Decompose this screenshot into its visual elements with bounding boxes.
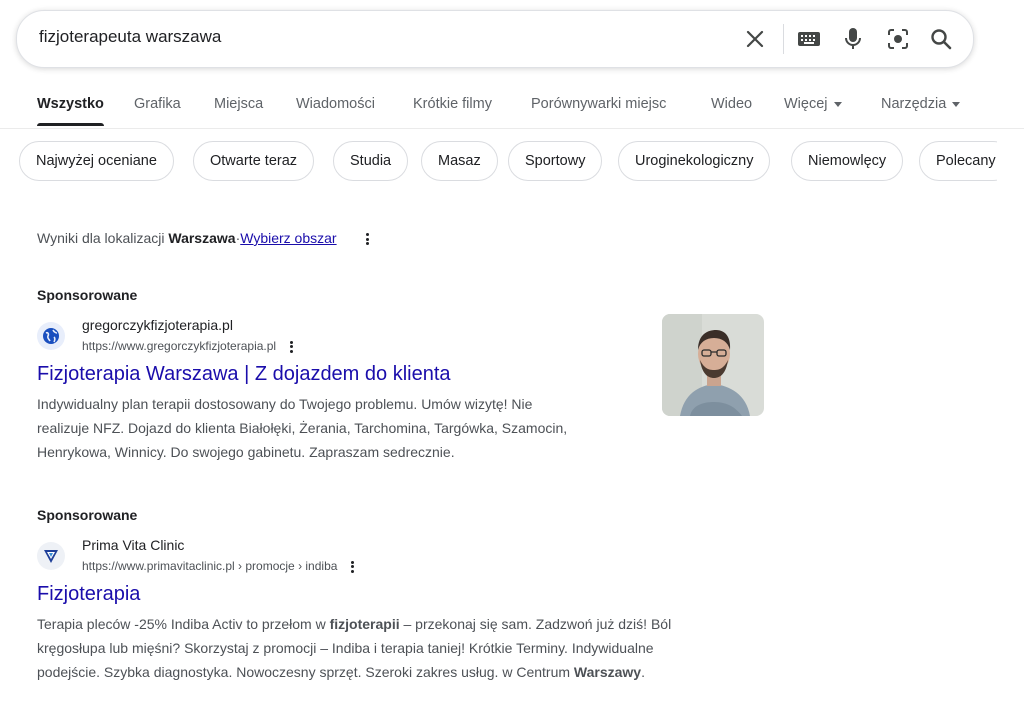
tab-tools-label: Narzędzia <box>881 96 947 112</box>
ad-site-url-text: https://www.gregorczykfizjoterapia.pl <box>82 339 277 353</box>
ad-desc-line: kręgosłupa lub mięśni? Skorzystaj z prom… <box>37 640 654 656</box>
tab-more-label: Więcej <box>784 96 828 112</box>
more-options-icon[interactable] <box>366 233 370 246</box>
ad-desc-line: Terapia pleców -25% Indiba Activ to prze… <box>37 612 777 636</box>
tab-all[interactable]: Wszystko <box>37 96 104 126</box>
ad-desc-text: . <box>641 664 645 680</box>
search-icon[interactable] <box>929 27 953 51</box>
ad-desc-line: Indywidualny plan terapii dostosowany do… <box>37 396 533 412</box>
sponsored-label: Sponsorowane <box>37 507 138 523</box>
lens-icon[interactable] <box>886 27 910 51</box>
ad-desc-text: podejście. Szybka diagnostyka. Nowoczesn… <box>37 664 574 680</box>
search-bar[interactable]: fizjoterapeuta warszawa <box>16 10 974 68</box>
search-divider <box>783 24 784 54</box>
ad-site-info[interactable]: Prima Vita Clinic https://www.primavitac… <box>37 537 777 577</box>
more-options-icon[interactable] <box>351 560 355 573</box>
tab-videos[interactable]: Wideo <box>711 96 752 112</box>
ad-site-url: https://www.primavitaclinic.pl › promocj… <box>82 559 355 573</box>
ad-site-info[interactable]: gregorczykfizjoterapia.pl https://www.gr… <box>37 317 737 357</box>
ad-desc-text: – przekonaj się sam. Zadzwoń już dziś! B… <box>399 616 672 632</box>
more-options-icon[interactable] <box>290 340 294 353</box>
tab-images[interactable]: Grafika <box>134 96 181 112</box>
ad-desc-keyword: fizjoterapii <box>329 616 400 632</box>
ad-desc-line: podejście. Szybka diagnostyka. Nowoczesn… <box>37 660 777 684</box>
chip-studios[interactable]: Studia <box>333 141 409 181</box>
microphone-icon[interactable] <box>841 27 865 51</box>
ad-title-link[interactable]: Fizjoterapia Warszawa | Z dojazdem do kl… <box>37 363 737 386</box>
tab-places[interactable]: Miejsca <box>214 96 263 112</box>
chip-urogynecology[interactable]: Uroginekologiczny <box>618 141 771 181</box>
chip-recommended[interactable]: Polecany <box>919 141 997 181</box>
tab-short-videos[interactable]: Krótkie filmy <box>413 96 492 112</box>
ad-description: Terapia pleców -25% Indiba Activ to prze… <box>37 612 777 684</box>
location-city: Warszawa <box>168 230 236 246</box>
tab-more[interactable]: Więcej <box>784 96 842 112</box>
search-input[interactable]: fizjoterapeuta warszawa <box>39 27 221 47</box>
ad-site-name: Prima Vita Clinic <box>82 537 185 553</box>
ad-thumbnail[interactable] <box>662 314 764 416</box>
ad-description: Indywidualny plan terapii dostosowany do… <box>37 392 737 464</box>
ad-site-url: https://www.gregorczykfizjoterapia.pl <box>82 339 294 353</box>
ad-desc-line: realizuje NFZ. Dojazd do klienta Białołę… <box>37 420 568 436</box>
chip-open-now[interactable]: Otwarte teraz <box>193 141 315 181</box>
ad-desc-line: Henrykowa, Winnicy. Do swojego gabinetu.… <box>37 444 455 460</box>
tab-compare-places[interactable]: Porównywarki miejsc <box>531 96 666 112</box>
search-tabs: Wszystko Grafika Miejsca Wiadomości Krót… <box>0 86 1024 129</box>
ad-site-url-text: https://www.primavitaclinic.pl › promocj… <box>82 559 338 573</box>
chip-top-rated[interactable]: Najwyżej oceniane <box>19 141 174 181</box>
ad-result: Sponsorowane Prima Vita Clinic https://w… <box>37 507 777 684</box>
chip-sport[interactable]: Sportowy <box>508 141 603 181</box>
chevron-down-icon <box>952 101 961 107</box>
change-location-link[interactable]: Wybierz obszar <box>240 230 336 246</box>
chip-massage[interactable]: Masaz <box>421 141 498 181</box>
globe-icon <box>37 322 65 350</box>
location-prefix: Wyniki dla lokalizacji <box>37 230 165 246</box>
keyboard-icon[interactable] <box>797 27 821 51</box>
prima-vita-logo-icon <box>37 542 65 570</box>
ad-desc-keyword: Warszawy <box>573 664 642 680</box>
ad-desc-text: Terapia pleców -25% Indiba Activ to prze… <box>37 616 330 632</box>
location-notice: Wyniki dla lokalizacji Warszawa·Wybierz … <box>37 230 370 246</box>
filter-chips: Najwyżej oceniane Otwarte teraz Studia M… <box>0 141 997 183</box>
chip-infant[interactable]: Niemowlęcy <box>791 141 904 181</box>
tab-tools[interactable]: Narzędzia <box>881 96 961 112</box>
chevron-down-icon <box>833 101 842 107</box>
ad-site-name: gregorczykfizjoterapia.pl <box>82 317 233 333</box>
tab-news[interactable]: Wiadomości <box>296 96 375 112</box>
sponsored-label: Sponsorowane <box>37 287 138 303</box>
ad-result: Sponsorowane gregorczykfizjoterapia.pl h… <box>37 287 737 464</box>
ad-title-link[interactable]: Fizjoterapia <box>37 583 777 606</box>
clear-icon[interactable] <box>743 27 767 51</box>
